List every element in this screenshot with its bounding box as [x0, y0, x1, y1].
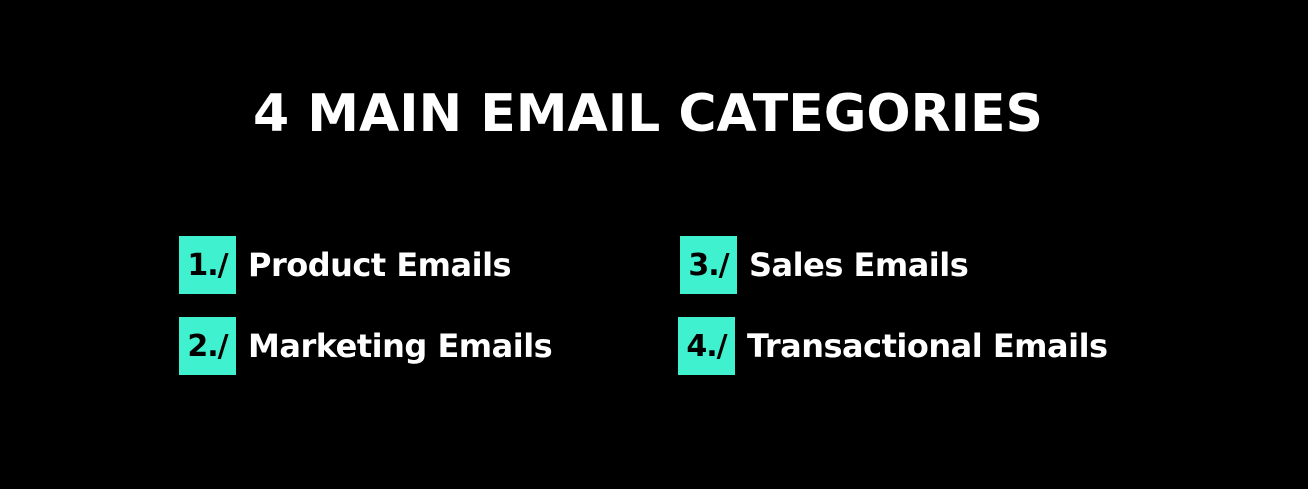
category-label: Product Emails — [248, 246, 512, 284]
category-label: Sales Emails — [749, 246, 969, 284]
category-item-sales: 3./ Sales Emails — [680, 236, 969, 294]
category-number-badge: 1./ — [179, 236, 236, 294]
category-number-badge: 3./ — [680, 236, 737, 294]
category-item-marketing: 2./ Marketing Emails — [179, 317, 553, 375]
category-label: Marketing Emails — [248, 327, 553, 365]
category-number-badge: 2./ — [179, 317, 236, 375]
category-label: Transactional Emails — [747, 327, 1108, 365]
slide: 4 MAIN EMAIL CATEGORIES 1./ Product Emai… — [0, 0, 1308, 489]
category-number-badge: 4./ — [678, 317, 735, 375]
slide-title: 4 MAIN EMAIL CATEGORIES — [253, 84, 1043, 144]
category-item-product: 1./ Product Emails — [179, 236, 512, 294]
category-item-transactional: 4./ Transactional Emails — [678, 317, 1108, 375]
